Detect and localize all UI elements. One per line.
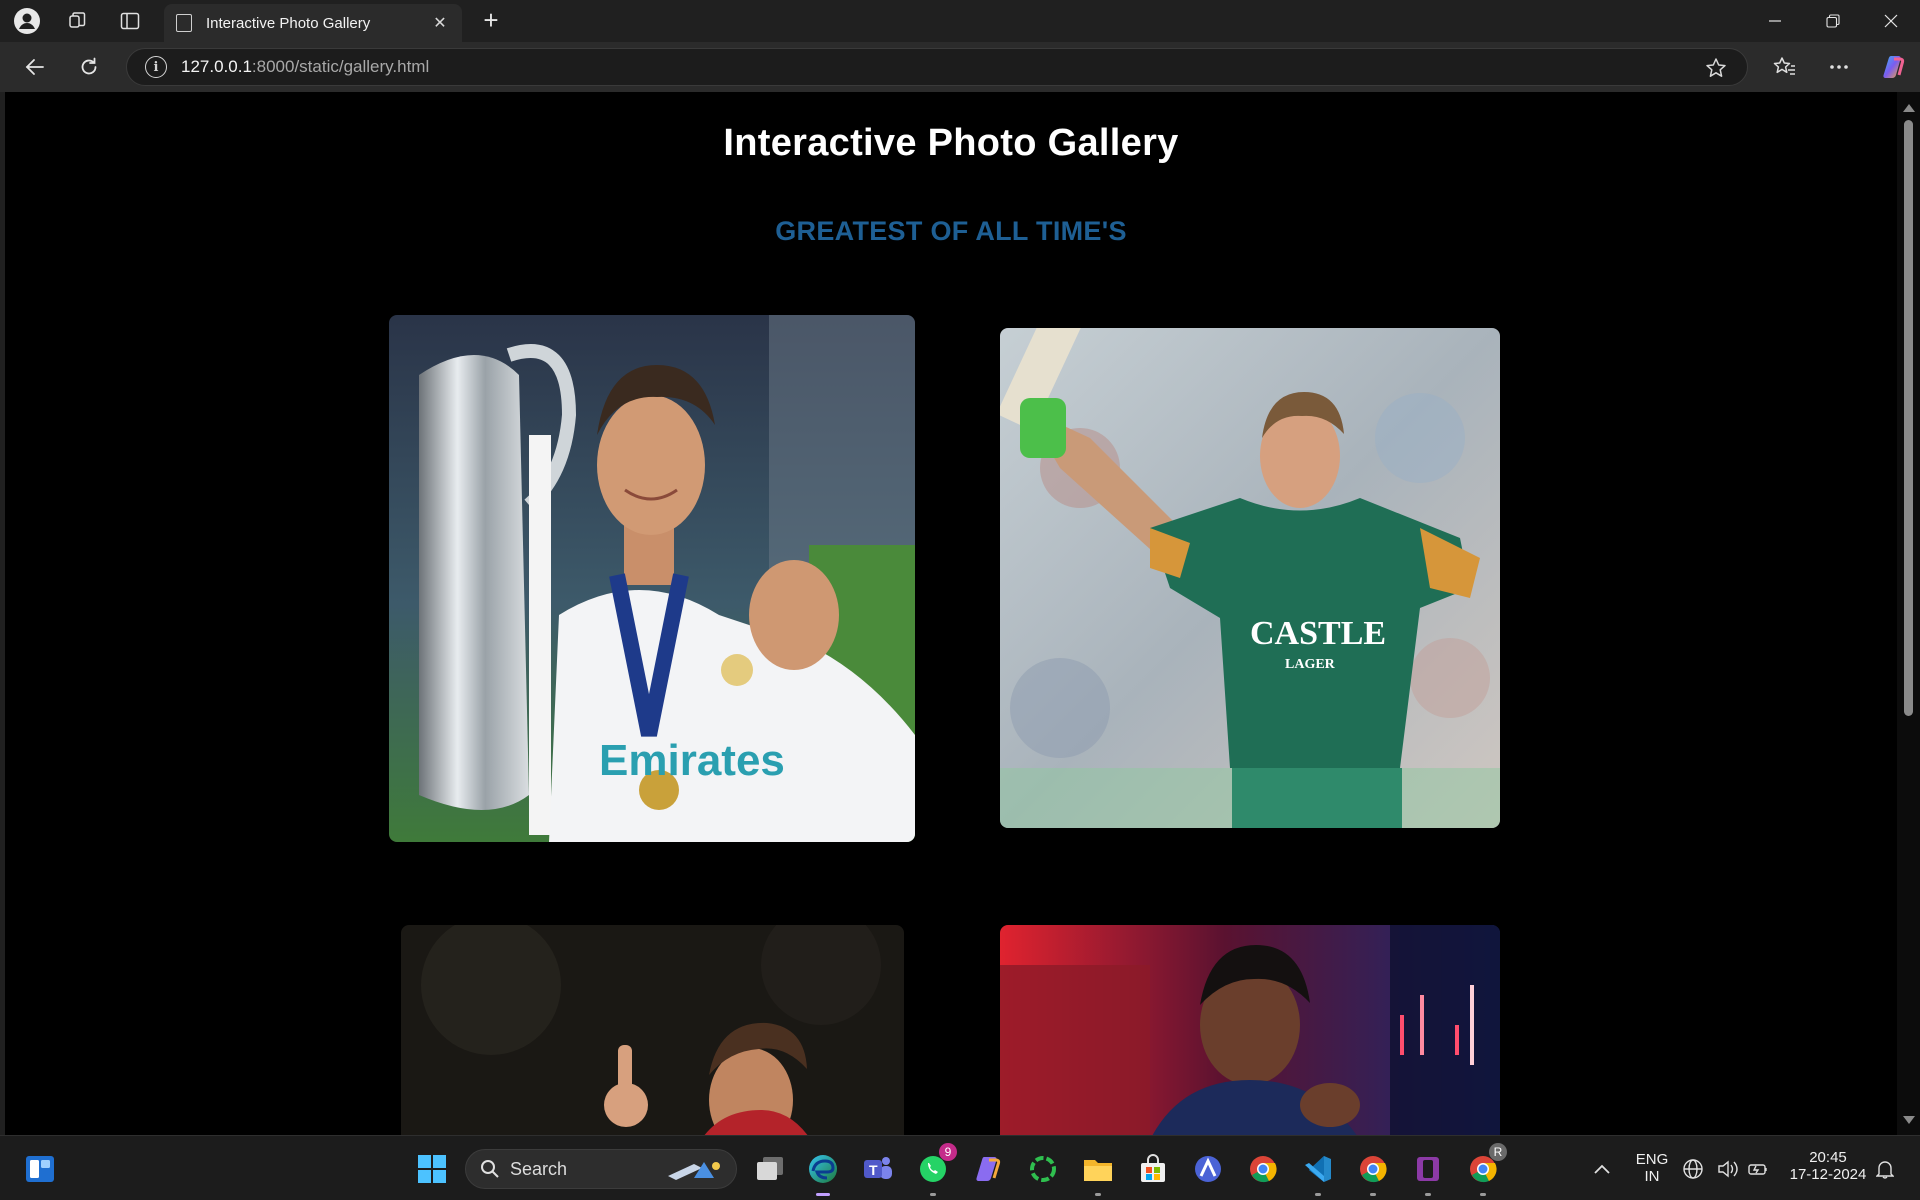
close-window-button[interactable] <box>1862 0 1920 42</box>
back-button[interactable] <box>18 52 52 82</box>
circular-app-icon[interactable] <box>1023 1149 1063 1189</box>
search-highlight-icon <box>664 1158 724 1182</box>
search-placeholder: Search <box>510 1158 568 1179</box>
copilot-icon[interactable] <box>1876 52 1910 82</box>
search-icon <box>480 1159 500 1179</box>
tab-gallery[interactable]: Interactive Photo Gallery ✕ <box>164 4 462 42</box>
volume-icon[interactable] <box>1713 1149 1743 1189</box>
battery-charging-icon[interactable] <box>1743 1149 1773 1189</box>
favorites-icon[interactable] <box>1768 52 1802 82</box>
url-path: :8000/static/gallery.html <box>251 57 430 76</box>
tab-title: Interactive Photo Gallery <box>206 14 371 32</box>
scrollbar-thumb[interactable] <box>1904 120 1913 716</box>
close-tab-icon[interactable]: ✕ <box>426 9 454 37</box>
url-host: 127.0.0.1 <box>181 57 252 76</box>
scroll-up-arrow-icon[interactable] <box>1903 104 1915 112</box>
page-scrollbar[interactable] <box>1897 92 1920 1135</box>
windows-taskbar: Search T 9 R ENG IN 20:45 17-12-2024 <box>0 1135 1920 1200</box>
notification-bell-icon[interactable] <box>1870 1149 1900 1189</box>
gallery-photo-cricketer[interactable]: CASTLE LAGER <box>1000 328 1500 828</box>
gallery-photo-footballer[interactable]: Emirates <box>389 315 915 842</box>
jersey-sponsor-subtext: LAGER <box>1285 657 1336 672</box>
address-bar[interactable]: i 127.0.0.1 :8000/static/gallery.html <box>126 48 1748 86</box>
profile-avatar-icon[interactable] <box>12 6 42 36</box>
gallery-photo-footballer-pointing[interactable] <box>401 925 904 1135</box>
clock-time: 20:45 <box>1809 1149 1847 1166</box>
language-code: ENG <box>1635 1151 1669 1168</box>
clock-date: 17-12-2024 <box>1789 1166 1867 1183</box>
page-viewport: Interactive Photo Gallery GREATEST OF AL… <box>5 92 1897 1135</box>
scroll-down-arrow-icon[interactable] <box>1903 1116 1915 1124</box>
taskbar-search[interactable]: Search <box>465 1149 737 1189</box>
region-code: IN <box>1644 1168 1660 1185</box>
favorite-star-icon[interactable] <box>1703 55 1729 81</box>
task-view-icon[interactable] <box>750 1149 790 1189</box>
jersey-sponsor-text: CASTLE <box>1250 615 1386 652</box>
svg-text:T: T <box>869 1162 878 1178</box>
teams-icon[interactable]: T <box>858 1149 898 1189</box>
file-explorer-icon[interactable] <box>1078 1149 1118 1196</box>
widgets-icon[interactable] <box>20 1149 60 1189</box>
chrome-icon[interactable] <box>1243 1149 1283 1189</box>
browser-title-bar: Interactive Photo Gallery ✕ + <box>0 0 1920 42</box>
clock[interactable]: 20:45 17-12-2024 <box>1780 1149 1876 1183</box>
copilot-app-icon[interactable] <box>968 1149 1008 1189</box>
chrome-profile-icon[interactable]: R <box>1463 1143 1507 1196</box>
show-hidden-icons-chevron-icon[interactable] <box>1582 1149 1622 1189</box>
vertical-tabs-icon[interactable] <box>115 6 145 36</box>
phone-link-icon[interactable] <box>1408 1149 1448 1196</box>
new-tab-button[interactable]: + <box>474 6 508 36</box>
network-globe-icon[interactable] <box>1678 1149 1708 1189</box>
start-windows-icon[interactable] <box>412 1149 452 1189</box>
gallery-subtitle: GREATEST OF ALL TIME'S <box>775 216 1127 246</box>
refresh-button[interactable] <box>72 52 106 82</box>
chrome-second-window-icon[interactable] <box>1353 1149 1393 1196</box>
whatsapp-notification-badge: 9 <box>939 1143 957 1161</box>
settings-more-icon[interactable] <box>1822 52 1856 82</box>
jersey-sponsor-text: Emirates <box>599 736 785 785</box>
vscode-icon[interactable] <box>1298 1149 1338 1196</box>
browser-toolbar: i 127.0.0.1 :8000/static/gallery.html <box>0 42 1920 92</box>
edge-browser-icon[interactable] <box>803 1149 843 1196</box>
page-document-icon <box>176 14 192 32</box>
page-title: Interactive Photo Gallery <box>723 122 1179 164</box>
arc-app-icon[interactable] <box>1188 1149 1228 1189</box>
workspaces-icon[interactable] <box>62 6 92 36</box>
language-indicator[interactable]: ENG IN <box>1630 1151 1674 1185</box>
microsoft-store-icon[interactable] <box>1133 1149 1173 1189</box>
whatsapp-icon[interactable]: 9 <box>913 1143 957 1196</box>
restore-button[interactable] <box>1804 0 1862 42</box>
gallery-photo-man-in-car[interactable] <box>1000 925 1500 1135</box>
chrome-profile-badge: R <box>1489 1143 1507 1161</box>
site-info-icon[interactable]: i <box>145 56 167 78</box>
minimize-button[interactable] <box>1746 0 1804 42</box>
